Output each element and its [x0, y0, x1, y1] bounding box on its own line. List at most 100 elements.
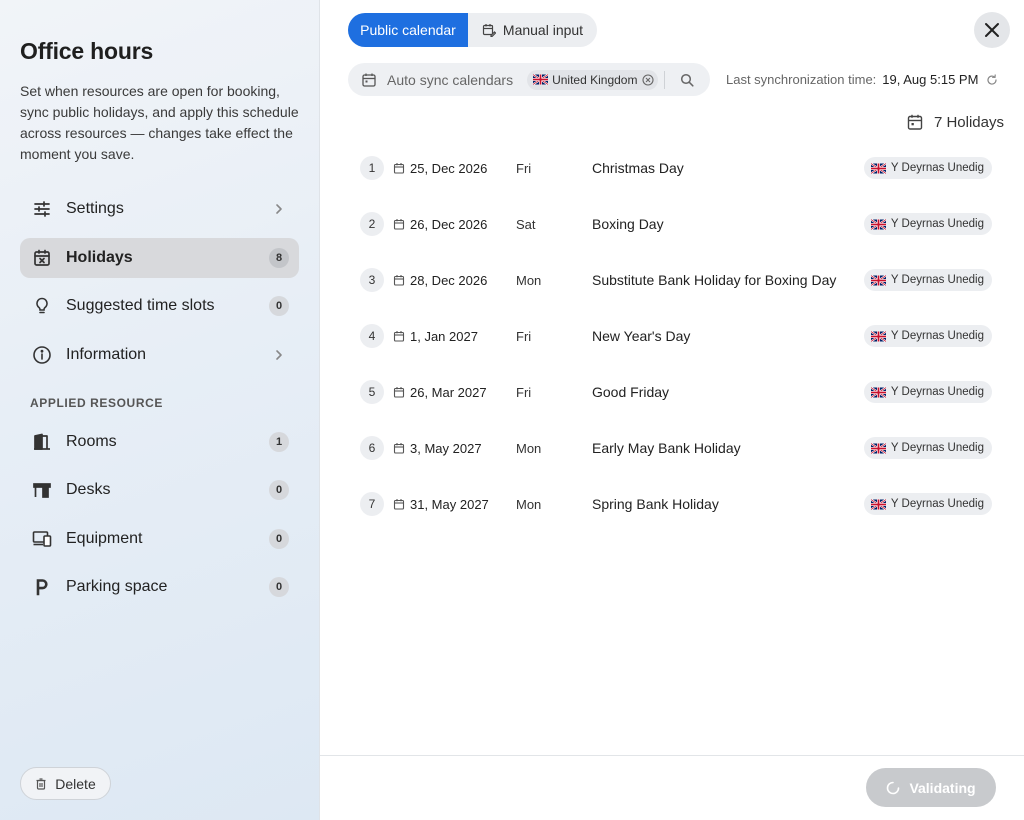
last-sync-label: Last synchronization time: [726, 72, 877, 87]
door-icon [32, 432, 52, 452]
uk-flag-icon [870, 386, 886, 398]
holiday-weekday: Fri [516, 328, 532, 344]
main-panel: Public calendar Manual input Auto sync c… [320, 0, 1024, 820]
lightbulb-icon [32, 296, 52, 316]
holiday-list: 1 25, Dec 2026 Fri Christmas Day Y Deyrn… [360, 156, 992, 548]
spinner-icon [887, 781, 900, 794]
last-sync-value: 19, Aug 5:15 PM [882, 72, 979, 87]
holiday-row[interactable]: 5 26, Mar 2027 Fri Good Friday Y Deyrnas… [360, 380, 992, 436]
auto-sync-bar: Auto sync calendars United Kingdom [348, 63, 710, 96]
holiday-name: New Year's Day [592, 328, 691, 344]
row-number: 7 [360, 492, 384, 516]
country-chip[interactable]: United Kingdom [527, 69, 659, 90]
holiday-date: 3, May 2027 [410, 440, 482, 456]
holidays-count: 7 Holidays [906, 113, 1004, 131]
row-number: 4 [360, 324, 384, 348]
calendar-icon [393, 387, 405, 398]
info-icon [32, 345, 52, 365]
tab-manual-input[interactable]: Manual input [468, 13, 597, 47]
holiday-row[interactable]: 2 26, Dec 2026 Sat Boxing Day Y Deyrnas … [360, 212, 992, 268]
sidebar-item-settings[interactable]: Settings [20, 189, 299, 229]
uk-flag-icon [870, 162, 886, 174]
holiday-row[interactable]: 3 28, Dec 2026 Mon Substitute Bank Holid… [360, 268, 992, 324]
desk-icon [32, 480, 52, 500]
holiday-weekday: Fri [516, 160, 532, 176]
sidebar-item-label: Suggested time slots [66, 297, 215, 314]
sidebar-item-label: Parking space [66, 578, 168, 595]
count-badge: 1 [269, 432, 289, 452]
holiday-weekday: Fri [516, 384, 532, 400]
sidebar-item-label: Rooms [66, 433, 117, 450]
close-button[interactable] [974, 12, 1010, 48]
sliders-icon [32, 199, 52, 219]
calendar-icon [393, 219, 405, 230]
devices-icon [32, 529, 52, 549]
sidebar-item-label: Equipment [66, 530, 143, 547]
holiday-region-tag: Y Deyrnas Unedig [863, 157, 992, 179]
calendar-icon [362, 73, 376, 87]
holiday-row[interactable]: 6 3, May 2027 Mon Early May Bank Holiday… [360, 436, 992, 492]
chevron-right-icon [269, 345, 289, 365]
sidebar-item-label: Settings [66, 200, 124, 217]
count-badge: 0 [269, 480, 289, 500]
holiday-name: Boxing Day [592, 216, 664, 232]
sidebar-item-label: Information [66, 346, 147, 363]
holiday-weekday: Mon [516, 272, 542, 288]
row-number: 1 [360, 156, 384, 180]
holiday-row[interactable]: 7 31, May 2027 Mon Spring Bank Holiday Y… [360, 492, 992, 548]
uk-flag-icon [533, 74, 549, 85]
divider [664, 70, 666, 89]
uk-flag-icon [870, 442, 886, 454]
row-number: 3 [360, 268, 384, 292]
auto-sync-label: Auto sync calendars [387, 71, 514, 88]
uk-flag-icon [870, 498, 886, 510]
office-hours-dialog: Office hours Set when resources are open… [0, 0, 1024, 820]
sidebar-item-holidays[interactable]: Holidays 8 [20, 238, 299, 278]
holiday-name: Good Friday [592, 384, 670, 400]
holiday-region-label: Y Deyrnas Unedig [890, 274, 984, 286]
sidebar-item-desks[interactable]: Desks 0 [20, 470, 299, 510]
validate-button[interactable]: Validating [866, 768, 996, 807]
row-number: 2 [360, 212, 384, 236]
sidebar-item-label: Desks [66, 481, 111, 498]
sidebar-item-information[interactable]: Information [20, 335, 299, 375]
delete-button[interactable]: Delete [20, 767, 111, 800]
holiday-weekday: Sat [516, 216, 536, 232]
sidebar-item-rooms[interactable]: Rooms 1 [20, 422, 299, 462]
calendar-x-icon [32, 248, 52, 268]
count-badge: 8 [269, 248, 289, 268]
sidebar-item-equipment[interactable]: Equipment 0 [20, 519, 299, 559]
holiday-date: 1, Jan 2027 [410, 328, 478, 344]
holiday-region-label: Y Deyrnas Unedig [890, 162, 984, 174]
holiday-row[interactable]: 1 25, Dec 2026 Fri Christmas Day Y Deyrn… [360, 156, 992, 212]
tab-public-calendar[interactable]: Public calendar [348, 13, 468, 47]
holiday-region-tag: Y Deyrnas Unedig [863, 493, 992, 515]
validate-label: Validating [909, 779, 976, 796]
holiday-name: Early May Bank Holiday [592, 440, 741, 456]
remove-chip-icon[interactable] [642, 73, 655, 86]
tab-manual-input-label: Manual input [502, 22, 584, 38]
chevron-right-icon [269, 199, 289, 219]
holiday-region-label: Y Deyrnas Unedig [890, 498, 984, 510]
country-chip-label: United Kingdom [552, 72, 638, 87]
uk-flag-icon [870, 274, 886, 286]
holiday-date: 31, May 2027 [410, 496, 489, 512]
uk-flag-icon [870, 330, 886, 342]
holiday-region-label: Y Deyrnas Unedig [890, 386, 984, 398]
calendar-icon [393, 163, 405, 174]
holiday-region-tag: Y Deyrnas Unedig [863, 381, 992, 403]
refresh-icon[interactable] [986, 73, 998, 86]
uk-flag-icon [870, 218, 886, 230]
holiday-date: 28, Dec 2026 [410, 272, 488, 288]
sidebar-item-parking-space[interactable]: Parking space 0 [20, 567, 299, 607]
source-tabs: Public calendar Manual input [348, 13, 597, 47]
sidebar-item-suggested-time-slots[interactable]: Suggested time slots 0 [20, 286, 299, 326]
search-icon[interactable] [680, 73, 695, 87]
calendar-icon [393, 275, 405, 286]
holiday-row[interactable]: 4 1, Jan 2027 Fri New Year's Day Y Deyrn… [360, 324, 992, 380]
row-number: 6 [360, 436, 384, 460]
sidebar-item-label: Holidays [66, 249, 133, 266]
calendar-icon [393, 443, 405, 454]
last-sync-info: Last synchronization time: 19, Aug 5:15 … [726, 72, 998, 87]
section-label-applied-resource: APPLIED RESOURCE [30, 396, 163, 410]
